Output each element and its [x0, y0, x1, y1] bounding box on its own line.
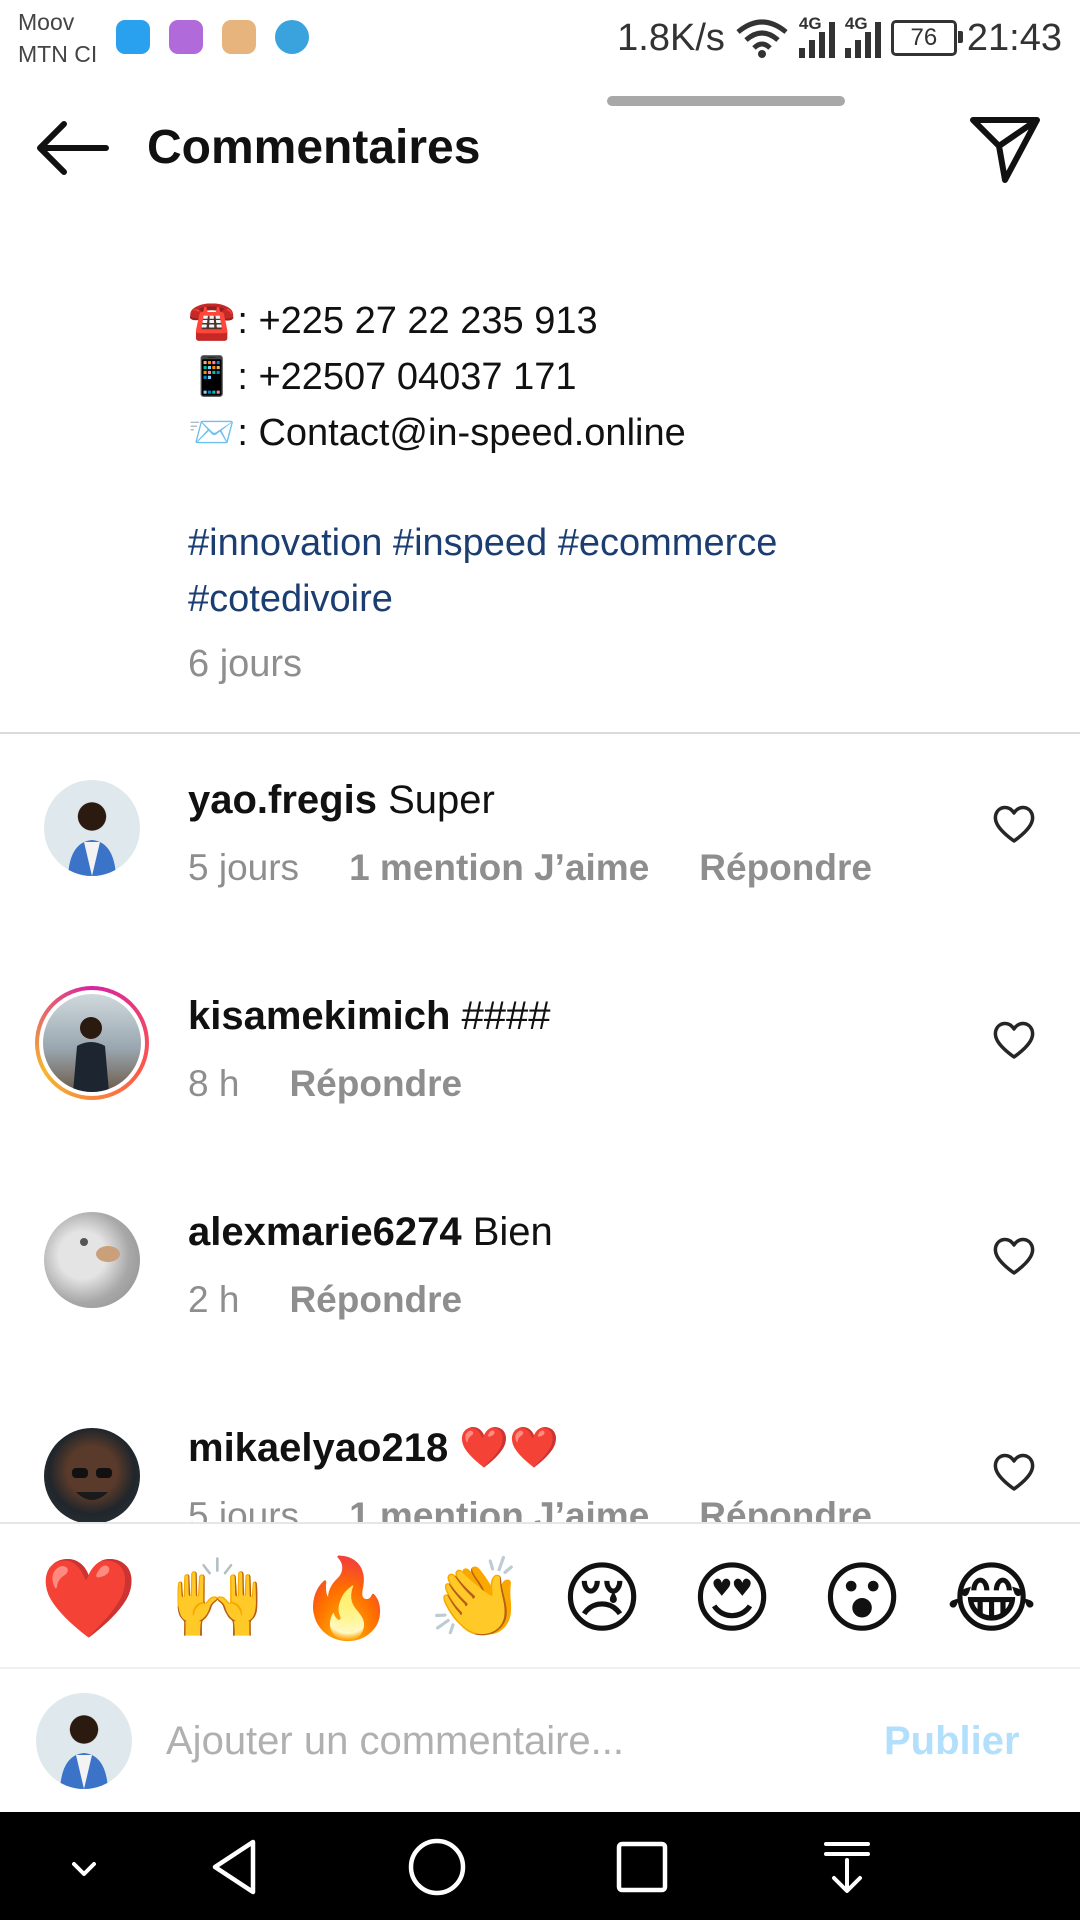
- comment-username[interactable]: yao.fregis: [188, 778, 377, 822]
- heart-icon[interactable]: [990, 1448, 1038, 1496]
- heart-icon[interactable]: [990, 800, 1038, 848]
- reply-button[interactable]: Répondre: [699, 1488, 872, 1522]
- comment-username[interactable]: kisamekimich: [188, 994, 450, 1038]
- send-icon[interactable]: [965, 108, 1045, 188]
- reply-button[interactable]: Répondre: [289, 1056, 462, 1112]
- crying-emoji-button[interactable]: 😢: [557, 1554, 647, 1644]
- comment-meta: 5 jours 1 mention J’aime Répondre: [188, 1488, 872, 1522]
- signal-icon-1: 4G: [798, 14, 835, 58]
- chevron-down-icon[interactable]: [54, 1838, 114, 1898]
- comment-likes[interactable]: 1 mention J’aime: [349, 840, 649, 896]
- store-app-icon: [222, 20, 256, 54]
- comment-time: 8 h: [188, 1063, 240, 1104]
- comment-text-line: alexmarie6274 Bien: [188, 1204, 553, 1260]
- carrier-labels: Moov MTN CI: [18, 6, 97, 70]
- messenger-app-icon: [116, 20, 150, 54]
- back-arrow-icon[interactable]: [30, 108, 114, 188]
- comment-input[interactable]: Ajouter un commentaire...: [166, 1713, 624, 1769]
- comment-meta: 5 jours 1 mention J’aime Répondre: [188, 840, 872, 896]
- emoji-reaction-bar: ❤️ 🙌 🔥 👏 😢 😍 😮 😂: [0, 1522, 1080, 1669]
- reply-button[interactable]: Répondre: [289, 1272, 462, 1328]
- network-speed: 1.8K/s: [617, 16, 725, 59]
- comment-text: ❤️❤️: [459, 1425, 559, 1471]
- caption-hashtags[interactable]: #innovation #inspeed #ecommerce #cotediv…: [188, 515, 1048, 627]
- avatar[interactable]: [44, 1428, 140, 1522]
- telegram-app-icon: [275, 20, 309, 54]
- carrier-2: MTN CI: [18, 41, 98, 67]
- heart-eyes-emoji-button[interactable]: 😍: [687, 1554, 777, 1644]
- raising-hands-emoji-button[interactable]: 🙌: [169, 1554, 266, 1644]
- caption-email-line: 📨: Contact@in-speed.online: [188, 410, 686, 454]
- heart-icon[interactable]: [990, 1232, 1038, 1280]
- comment-meta: 2 h Répondre: [188, 1272, 462, 1328]
- status-bar: Moov MTN CI 1.8K/s 4G 4G 76 21:43: [0, 0, 1080, 80]
- comment-text-line: kisamekimich ####: [188, 988, 551, 1044]
- comment-text-line: mikaelyao218 ❤️❤️: [188, 1420, 559, 1476]
- comment-time: 5 jours: [188, 1495, 300, 1522]
- drag-handle[interactable]: [607, 96, 845, 106]
- wifi-icon: [736, 19, 788, 58]
- caption-time: 6 jours: [188, 643, 303, 685]
- gallery-app-icon: [169, 20, 203, 54]
- comment-time: 2 h: [188, 1279, 240, 1320]
- caption-phone-line: ☎️: +225 27 22 235 913: [188, 298, 598, 342]
- header: Commentaires: [0, 80, 1080, 200]
- signal-icon-2: 4G: [844, 14, 881, 58]
- current-user-avatar: [36, 1693, 132, 1789]
- comment-likes[interactable]: 1 mention J’aime: [349, 1488, 649, 1522]
- carrier-1: Moov: [18, 9, 75, 35]
- page-title: Commentaires: [147, 121, 481, 174]
- mobile-phone-icon: 📱: [188, 354, 236, 398]
- comment-text-line: yao.fregis Super: [188, 772, 495, 828]
- comment-username[interactable]: mikaelyao218: [188, 1426, 448, 1470]
- envelope-icon: 📨: [188, 410, 236, 454]
- home-circle-icon[interactable]: [404, 1834, 470, 1900]
- back-triangle-icon[interactable]: [203, 1834, 269, 1900]
- comment-username[interactable]: alexmarie6274: [188, 1210, 462, 1254]
- laughing-emoji-button[interactable]: 😂: [946, 1554, 1037, 1644]
- comment-meta: 8 h Répondre: [188, 1056, 462, 1112]
- comment-composer: Ajouter un commentaire... Publier: [0, 1667, 1080, 1814]
- divider: [0, 732, 1080, 734]
- comment-item: yao.fregis Super 5 jours 1 mention J’aim…: [0, 760, 1080, 976]
- avatar[interactable]: [35, 986, 149, 1100]
- comment-text: ####: [461, 994, 551, 1038]
- clock: 21:43: [966, 16, 1062, 59]
- hashtags-line-2[interactable]: #cotedivoire: [188, 571, 1048, 627]
- avatar[interactable]: [44, 780, 140, 876]
- surprised-emoji-button[interactable]: 😮: [817, 1554, 907, 1644]
- avatar[interactable]: [44, 1212, 140, 1308]
- battery-icon: 76: [890, 20, 963, 56]
- comment-item: kisamekimich #### 8 h Répondre: [0, 976, 1080, 1192]
- comment-item: mikaelyao218 ❤️❤️ 5 jours 1 mention J’ai…: [0, 1408, 1080, 1522]
- comment-item: alexmarie6274 Bien 2 h Répondre: [0, 1192, 1080, 1408]
- comment-time: 5 jours: [188, 847, 300, 888]
- clapping-emoji-button[interactable]: 👏: [428, 1554, 525, 1644]
- fire-emoji-button[interactable]: 🔥: [298, 1554, 395, 1644]
- hashtags-line-1[interactable]: #innovation #inspeed #ecommerce: [188, 515, 1048, 571]
- heart-emoji-button[interactable]: ❤️: [40, 1554, 137, 1644]
- recents-square-icon[interactable]: [609, 1834, 675, 1900]
- status-right: 1.8K/s 4G 4G 76 21:43: [617, 10, 1062, 66]
- comment-text: Super: [388, 778, 495, 822]
- caption-mobile-line: 📱: +22507 04037 171: [188, 354, 577, 398]
- telephone-icon: ☎️: [188, 298, 236, 342]
- reply-button[interactable]: Répondre: [699, 840, 872, 896]
- heart-icon[interactable]: [990, 1016, 1038, 1064]
- notification-pull-down-icon[interactable]: [814, 1834, 880, 1900]
- publish-button[interactable]: Publier: [884, 1713, 1020, 1769]
- system-navigation-bar: [0, 1812, 1080, 1920]
- comment-text: Bien: [472, 1210, 553, 1254]
